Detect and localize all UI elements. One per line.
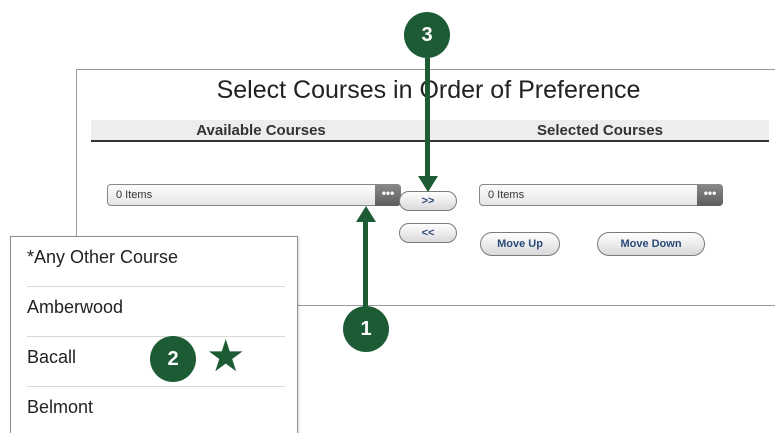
- selected-dropdown-more-icon[interactable]: •••: [697, 184, 723, 206]
- list-item[interactable]: Amberwood: [27, 287, 285, 337]
- callout-1-arrow-shaft: [363, 222, 368, 308]
- callout-3-arrow-head: [418, 176, 438, 192]
- list-item[interactable]: Belmont: [27, 387, 285, 433]
- available-dropdown-value: 0 Items: [116, 189, 153, 201]
- add-course-button[interactable]: >>: [399, 191, 457, 211]
- course-list-popup: *Any Other Course Amberwood Bacall Belmo…: [10, 236, 298, 433]
- selected-courses-header: Selected Courses: [431, 120, 769, 142]
- callout-3-arrow-shaft: [425, 58, 430, 176]
- available-dropdown-more-icon[interactable]: •••: [375, 184, 401, 206]
- callout-1-arrow-head: [356, 206, 376, 222]
- selected-dropdown-value: 0 Items: [488, 189, 525, 201]
- callout-3-badge: 3: [404, 12, 450, 58]
- move-up-button[interactable]: Move Up: [480, 232, 560, 256]
- callout-1-badge: 1: [343, 306, 389, 352]
- move-down-button[interactable]: Move Down: [597, 232, 705, 256]
- star-icon: ★: [206, 332, 246, 381]
- available-courses-header: Available Courses: [91, 120, 431, 142]
- available-courses-dropdown[interactable]: 0 Items •••: [107, 184, 401, 206]
- callout-2-badge: 2: [150, 336, 196, 382]
- stage: Select Courses in Order of Preference Av…: [0, 0, 775, 433]
- list-item[interactable]: *Any Other Course: [27, 237, 285, 287]
- remove-course-button[interactable]: <<: [399, 223, 457, 243]
- selected-courses-dropdown[interactable]: 0 Items •••: [479, 184, 723, 206]
